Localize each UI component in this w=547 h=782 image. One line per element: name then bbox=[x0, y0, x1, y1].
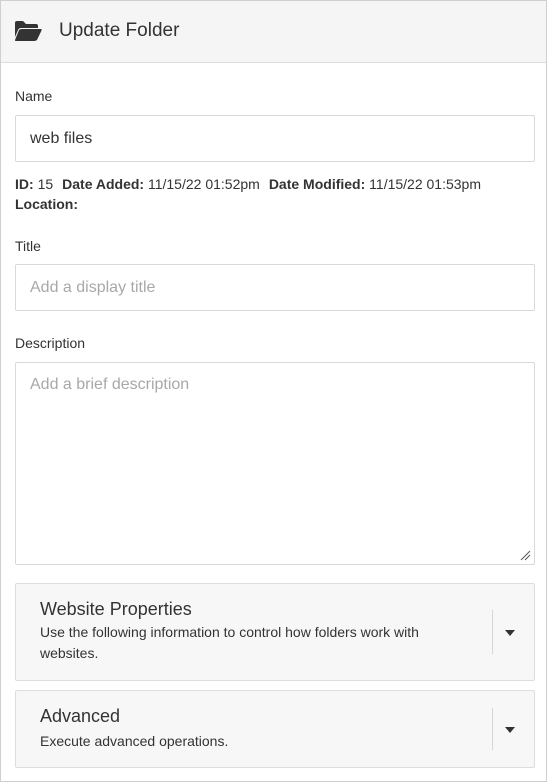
caret-down-icon[interactable] bbox=[504, 629, 516, 637]
location-line: Location: bbox=[15, 195, 78, 213]
title-label: Title bbox=[15, 238, 41, 254]
section-divider bbox=[492, 708, 493, 750]
date-added-label: Date Added: bbox=[62, 176, 145, 192]
section-description: Execute advanced operations. bbox=[40, 733, 229, 749]
resize-grip-icon[interactable] bbox=[519, 549, 531, 561]
update-folder-panel: Update Folder Name ID: 15 Date Added: 11/… bbox=[0, 0, 547, 782]
advanced-section[interactable]: Advanced Execute advanced operations. bbox=[15, 690, 535, 768]
date-modified-value: 11/15/22 01:53pm bbox=[369, 176, 481, 192]
date-modified-label: Date Modified: bbox=[268, 176, 366, 192]
section-title: Website Properties bbox=[40, 599, 192, 619]
id-label: ID: bbox=[15, 176, 34, 192]
title-input[interactable] bbox=[15, 264, 535, 311]
date-added-value: 11/15/22 01:52pm bbox=[147, 176, 260, 192]
caret-down-icon[interactable] bbox=[504, 726, 516, 734]
section-description: Use the following information to control… bbox=[40, 624, 419, 661]
panel-header: Update Folder bbox=[1, 1, 546, 63]
section-divider bbox=[492, 610, 493, 654]
website-properties-section[interactable]: Website Properties Use the following inf… bbox=[15, 583, 535, 681]
name-input[interactable] bbox=[15, 115, 535, 162]
name-label: Name bbox=[15, 88, 53, 104]
location-label: Location: bbox=[15, 196, 78, 212]
page-title: Update Folder bbox=[59, 20, 180, 41]
section-title: Advanced bbox=[40, 706, 121, 726]
description-label: Description bbox=[15, 335, 86, 351]
folder-meta-line: ID: 15 Date Added: 11/15/22 01:52pm Date M… bbox=[15, 175, 481, 193]
id-value: 15 bbox=[37, 176, 54, 192]
description-textarea[interactable] bbox=[15, 362, 535, 565]
folder-open-icon bbox=[14, 21, 42, 41]
